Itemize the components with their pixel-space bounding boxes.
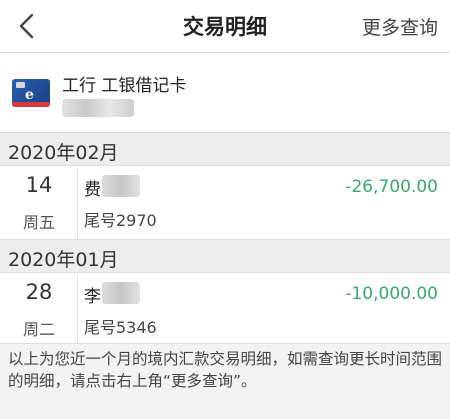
transaction-amount: -10,000.00: [345, 284, 438, 304]
transaction-weekday: 周二: [22, 320, 55, 339]
nav-bar: 交易明细 更多查询: [0, 0, 450, 52]
transaction-day: 28: [25, 280, 53, 304]
card-name: 工行 工银借记卡: [62, 76, 187, 96]
account-tail: 尾号2970: [84, 211, 157, 230]
debit-card-icon: e: [12, 79, 50, 107]
transaction-row[interactable]: 28 周二 李 尾号5346 -10,000.00: [0, 274, 450, 346]
card-number-redacted: [62, 99, 134, 117]
month-label: 2020年02月: [8, 142, 119, 164]
card-info: e 工行 工银借记卡: [0, 52, 450, 132]
payee-name: 李: [84, 287, 101, 307]
back-button[interactable]: [12, 10, 42, 42]
transaction-row[interactable]: 14 周五 费 尾号2970 -26,700.00: [0, 167, 450, 239]
transaction-weekday: 周五: [22, 213, 55, 232]
month-header: 2020年02月: [0, 132, 450, 166]
payee-name-redacted: [102, 175, 140, 197]
transaction-date: 28 周二: [0, 274, 78, 346]
payee-name: 费: [84, 180, 101, 200]
transaction-amount: -26,700.00: [345, 177, 438, 197]
month-header: 2020年01月: [0, 239, 450, 273]
payee-name-redacted: [102, 282, 140, 304]
chevron-left-icon: [19, 13, 34, 39]
footer-note: 以上为您近一个月的境内汇款交易明细，如需查询更长时间范围的明细，请点击右上角“更…: [0, 343, 450, 419]
month-label: 2020年01月: [8, 249, 119, 271]
account-tail: 尾号5346: [84, 318, 157, 337]
more-query-button[interactable]: 更多查询: [362, 13, 438, 40]
footer-note-text: 以上为您近一个月的境内汇款交易明细，如需查询更长时间范围的明细，请点击右上角“更…: [8, 350, 443, 390]
transaction-day: 14: [25, 173, 53, 197]
transaction-date: 14 周五: [0, 167, 78, 239]
